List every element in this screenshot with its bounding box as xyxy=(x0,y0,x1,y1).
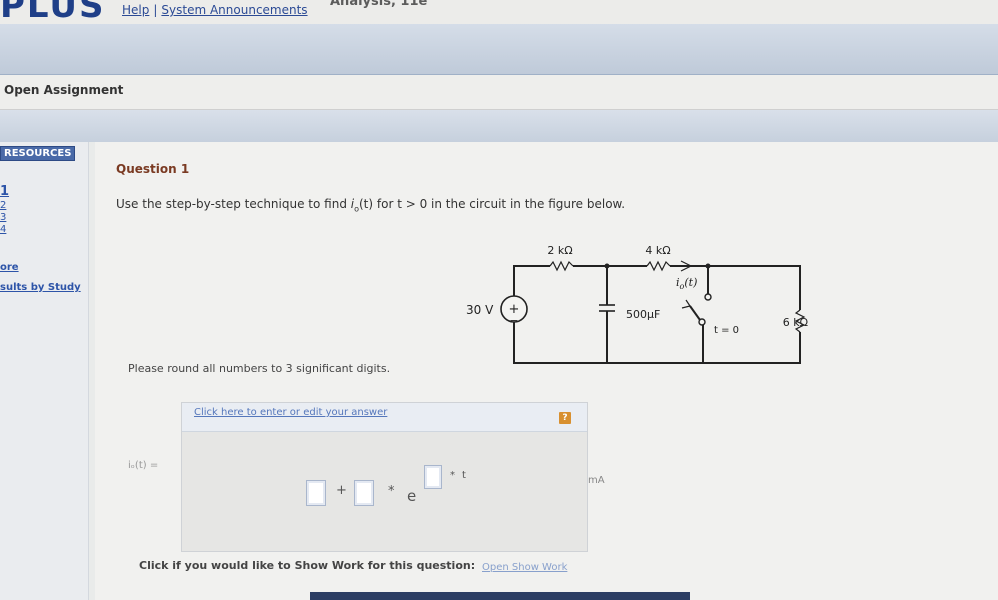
exponent-input[interactable] xyxy=(424,465,442,489)
rounding-instructions: Please round all numbers to 3 significan… xyxy=(128,362,391,375)
help-link[interactable]: Help xyxy=(122,3,149,17)
resistor-2k-zigzag xyxy=(549,260,574,272)
assignment-bar: Open Assignment xyxy=(0,75,998,110)
system-announcements-link[interactable]: System Announcements xyxy=(161,3,307,17)
source-label: 30 V xyxy=(466,303,494,317)
sidebar-results-link[interactable]: sults by Study xyxy=(0,282,81,293)
prompt-text-after: (t) for t > 0 in the circuit in the figu… xyxy=(359,197,626,211)
open-show-work-link[interactable]: Open Show Work xyxy=(482,562,567,573)
book-title: Analysis, 11e xyxy=(330,0,428,9)
edit-answer-link[interactable]: Click here to enter or edit your answer xyxy=(194,407,387,418)
bottom-strip xyxy=(310,592,690,600)
sidebar-question-2[interactable]: 2 xyxy=(0,200,6,211)
help-icon[interactable]: ? xyxy=(559,412,571,424)
switch-action-arrow xyxy=(681,299,691,309)
resistor-2k-label: 2 kΩ xyxy=(547,244,572,257)
resistor-4k-label: 4 kΩ xyxy=(645,244,670,257)
resistor-4k-zigzag xyxy=(646,260,671,272)
top-links: Help | System Announcements xyxy=(122,3,308,17)
coefficient-a-input[interactable] xyxy=(306,480,326,506)
show-work-prompt: Click if you would like to Show Work for… xyxy=(139,559,476,572)
header-band xyxy=(0,24,998,75)
answer-header: Click here to enter or edit your answer … xyxy=(182,403,587,432)
assignment-title: Open Assignment xyxy=(4,83,124,97)
switch-node xyxy=(705,263,711,269)
exponent-variable: t xyxy=(462,470,466,481)
content-band xyxy=(0,110,998,142)
junction-node xyxy=(604,263,610,269)
switch-blade xyxy=(689,305,701,321)
capacitor-label: 500μF xyxy=(626,308,660,321)
question-prompt: Use the step-by-step technique to find i… xyxy=(116,197,625,213)
top-bar: PLUS Help | System Announcements Analysis,… xyxy=(0,0,998,26)
prompt-text-before: Use the step-by-step technique to find xyxy=(116,197,351,211)
switch-label: t = 0 xyxy=(714,325,739,336)
source-polarity-minus: − xyxy=(509,314,518,327)
link-separator: | xyxy=(153,3,158,17)
answer-box: Click here to enter or edit your answer … xyxy=(181,402,588,552)
sidebar-question-1[interactable]: 1 xyxy=(0,184,9,199)
switch-contact-bottom xyxy=(698,318,706,326)
exponent-multiply: * xyxy=(450,470,455,481)
circuit-diagram: + − 2 kΩ 4 kΩ 30 V 500μF t = 0 6 kΩ io(t… xyxy=(466,244,808,364)
resources-heading: RESOURCES xyxy=(0,146,76,161)
coefficient-b-input[interactable] xyxy=(354,480,374,506)
sidebar-question-4[interactable]: 4 xyxy=(0,224,6,235)
sidebar-more-link[interactable]: ore xyxy=(0,262,19,273)
source-top-wire xyxy=(513,265,550,296)
switch-contact-top xyxy=(704,293,712,301)
current-label: io(t) xyxy=(676,276,697,291)
plus-sign: + xyxy=(336,483,347,498)
answer-lhs-label: iₒ(t) = xyxy=(128,460,159,471)
resources-sidebar: RESOURCES 1 2 3 4 ore sults by Study xyxy=(0,142,89,600)
question-title: Question 1 xyxy=(116,162,190,176)
multiply-sign: * xyxy=(388,484,395,499)
answer-unit: mA xyxy=(588,475,605,486)
bottom-wire xyxy=(513,322,801,364)
sidebar-question-3[interactable]: 3 xyxy=(0,212,6,223)
resistor-6k-label: 6 kΩ xyxy=(783,316,808,329)
exponential-base: e xyxy=(407,487,417,505)
brand-logo: PLUS xyxy=(0,0,106,26)
